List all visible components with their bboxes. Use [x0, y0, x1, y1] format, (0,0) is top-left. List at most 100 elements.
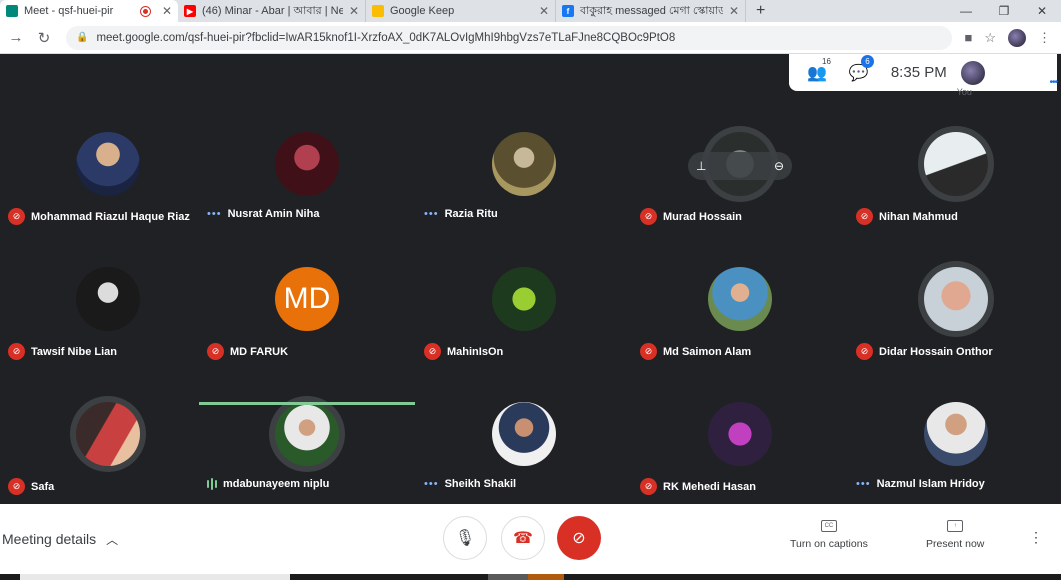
participant-name: Nusrat Amin Niha	[227, 208, 320, 220]
participant-tile[interactable]: ⊘ Tawsif Nibe Lian	[0, 233, 216, 368]
meeting-details-button[interactable]: Meeting details ︿	[2, 531, 118, 548]
present-now-button[interactable]: ↑ Present now	[926, 520, 984, 550]
tab-facebook[interactable]: f বাকুরাহ messaged মেগা স্কোয়াড ✕	[556, 0, 746, 22]
reload-icon[interactable]: ↻	[32, 26, 56, 50]
participant-avatar	[924, 402, 988, 466]
tab-title: (46) Minar - Abar | আবার | New M	[202, 4, 343, 17]
meeting-info-panel: 👥 16 💬 6 8:35 PM You •••	[789, 54, 1058, 97]
participant-tile[interactable]: ⊘ Nihan Mahmud	[848, 98, 1061, 233]
close-window-icon[interactable]: ✕	[1023, 0, 1061, 22]
participant-tile[interactable]: ••• Nazmul Islam Hridoy	[848, 368, 1061, 503]
close-tab-icon[interactable]: ✕	[539, 4, 549, 18]
avatar-initials: MD	[275, 267, 339, 331]
remove-icon[interactable]: ⊖	[774, 159, 784, 173]
participant-name: RK Mehedi Hasan	[663, 480, 756, 493]
profile-avatar[interactable]	[1008, 28, 1026, 47]
meeting-control-bar: Meeting details ︿ 🎙 ☎ ⊘ CC Turn on capti…	[0, 504, 1061, 574]
mic-muted-icon: ⊘	[8, 343, 25, 360]
participant-avatar	[275, 132, 339, 196]
participant-name-row: ••• Sheikh Shakil	[424, 478, 516, 490]
participant-name-row: ⊘ MD FARUK	[207, 343, 288, 360]
os-taskbar	[0, 574, 1061, 580]
captions-label: Turn on captions	[790, 538, 868, 550]
chat-button[interactable]: 💬 6	[849, 54, 874, 83]
participant-name-row: ••• Razia Ritu	[424, 208, 498, 220]
minimize-icon[interactable]: —	[947, 0, 985, 22]
close-tab-icon[interactable]: ✕	[729, 4, 739, 18]
address-bar-row: → ↻ 🔒 meet.google.com/qsf-huei-pir?fbcli…	[0, 22, 1061, 54]
camera-off-button[interactable]: ⊘	[557, 516, 601, 560]
participant-tile[interactable]: mdabunayeem niplu	[199, 368, 415, 503]
mic-muted-icon: ⊘	[8, 208, 25, 225]
participant-tile[interactable]: ••• Nusrat Amin Niha	[199, 98, 415, 233]
restore-icon[interactable]: ❐	[985, 0, 1023, 22]
participant-tile[interactable]: ••• Sheikh Shakil	[416, 368, 632, 503]
mic-muted-icon: ⊘	[640, 343, 657, 360]
participant-avatar	[275, 402, 339, 466]
mic-muted-icon: ⊘	[8, 478, 25, 495]
participant-name-row: ⊘ Nihan Mahmud	[856, 208, 958, 225]
tab-youtube[interactable]: ▶ (46) Minar - Abar | আবার | New M ✕	[178, 0, 366, 22]
you-label: You	[956, 86, 972, 97]
microphone-button[interactable]: 🎙	[443, 516, 487, 560]
participants-button[interactable]: 👥 16	[807, 57, 831, 83]
participant-name: Sheikh Shakil	[444, 478, 517, 490]
keep-favicon-icon	[372, 5, 384, 17]
participant-tile[interactable]: MD ⊘ MD FARUK	[199, 233, 415, 368]
captions-button[interactable]: CC Turn on captions	[790, 520, 868, 550]
participant-name-row: ⊘ Md Saimon Alam	[640, 343, 751, 360]
leave-call-button[interactable]: ☎	[501, 516, 545, 560]
tab-google-keep[interactable]: Google Keep ✕	[366, 0, 556, 22]
self-avatar[interactable]: You	[957, 60, 985, 97]
url-field[interactable]: 🔒 meet.google.com/qsf-huei-pir?fbclid=Iw…	[66, 25, 953, 50]
participant-name-row: ••• Nazmul Islam Hridoy	[856, 478, 985, 490]
participant-tile[interactable]: ⊘ RK Mehedi Hasan	[632, 368, 848, 503]
participant-tile[interactable]: ••• Razia Ritu	[416, 98, 632, 233]
participant-grid: ⊘ Mohammad Riazul Haque Riaz ••• Nusrat Ami…	[0, 98, 1061, 504]
recording-indicator-icon	[140, 6, 150, 16]
browser-tab-strip: Meet - qsf-huei-pir ✕ ▶ (46) Minar - Aba…	[0, 0, 1061, 22]
meeting-time: 8:35 PM	[890, 64, 947, 81]
browser-menu-icon[interactable]: ⋮	[1038, 30, 1051, 46]
people-icon: 👥	[807, 64, 827, 82]
participant-name-row: ⊘ Mohammad Riazul Haque Riaz	[8, 208, 190, 225]
tab-meet[interactable]: Meet - qsf-huei-pir ✕	[0, 0, 178, 22]
mic-muted-icon: ⊘	[424, 343, 441, 360]
participant-avatar	[76, 132, 140, 196]
participant-name: Nihan Mahmud	[879, 210, 958, 223]
bookmark-star-icon[interactable]: ☆	[984, 30, 996, 46]
tab-title: বাকুরাহ messaged মেগা স্কোয়াড	[580, 4, 723, 17]
present-label: Present now	[926, 538, 985, 550]
captions-icon: CC	[820, 520, 837, 532]
close-tab-icon[interactable]: ✕	[349, 4, 359, 18]
mic-muted-icon: ⊘	[856, 208, 873, 225]
participant-name: Safa	[31, 480, 55, 493]
camera-permission-icon[interactable]: ■	[964, 30, 972, 45]
meeting-details-label: Meeting details	[2, 531, 97, 547]
mic-muted-icon: ⊘	[640, 478, 657, 495]
participant-name: MahinIsOn	[447, 345, 504, 358]
audio-idle-dots-icon: •••	[424, 478, 439, 490]
participant-name: Tawsif Nibe Lian	[31, 345, 117, 358]
participant-tile[interactable]: ⊘ Safa	[0, 368, 216, 503]
close-tab-icon[interactable]: ✕	[162, 4, 172, 18]
participant-tile[interactable]: ⊘ Didar Hossain Onthor	[848, 233, 1061, 368]
meet-favicon-icon	[6, 5, 18, 17]
participant-name: Razia Ritu	[444, 208, 498, 220]
participant-tile[interactable]: ⊘ Md Saimon Alam	[632, 233, 848, 368]
participant-name-row: ⊘ RK Mehedi Hasan	[640, 478, 756, 495]
more-options-icon[interactable]: ⋮	[1029, 529, 1043, 546]
participant-name: Murad Hossain	[663, 210, 742, 223]
new-tab-button[interactable]: +	[746, 0, 775, 22]
participant-tile[interactable]: ⊘ Mohammad Riazul Haque Riaz	[0, 98, 216, 233]
participant-avatar	[708, 402, 772, 466]
mic-muted-icon: ⊘	[207, 343, 224, 360]
participant-name-row: ⊘ Safa	[8, 478, 54, 495]
participant-name-row: ⊘ Didar Hossain Onthor	[856, 343, 993, 360]
audio-idle-dots-icon: •••	[207, 208, 222, 220]
pin-icon[interactable]: ⊥	[696, 159, 706, 173]
microphone-icon: 🎙	[454, 530, 476, 547]
lock-icon: 🔒	[76, 32, 89, 43]
participant-tile[interactable]: ⊘ MahinIsOn	[416, 233, 632, 368]
forward-arrow-icon[interactable]: →	[4, 26, 28, 50]
